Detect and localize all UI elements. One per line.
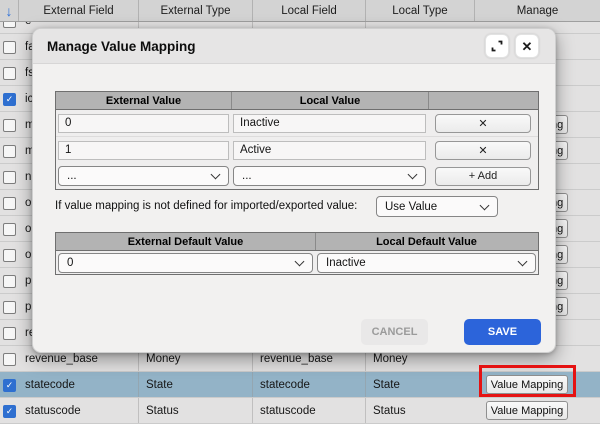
row-checkbox[interactable]	[3, 352, 16, 366]
new-external-cell: ...	[56, 163, 231, 189]
external-value-input[interactable]: 0	[58, 113, 229, 133]
external-default-cell: 0	[56, 251, 315, 274]
dialog-title: Manage Value Mapping	[47, 38, 196, 54]
mapping-row: 0 Inactive ✕	[56, 110, 538, 137]
local-value-cell: Active	[231, 137, 428, 163]
column-header-manage[interactable]: Manage	[474, 0, 600, 21]
cell-local-type: Status	[365, 398, 474, 423]
new-mapping-row: ... ... + Add	[56, 163, 538, 189]
cell-local-field: statecode	[252, 372, 365, 397]
row-checkbox[interactable]	[3, 274, 16, 288]
cell-external-type: State	[138, 372, 252, 397]
row-checkbox[interactable]	[3, 326, 16, 340]
external-value-input[interactable]: 1	[58, 140, 229, 160]
chevron-down-icon	[294, 256, 305, 266]
column-header-external-field[interactable]: External Field	[18, 0, 138, 21]
row-checkbox[interactable]	[3, 300, 16, 314]
fallback-select[interactable]: Use Value	[376, 196, 498, 217]
add-cell: + Add	[428, 163, 538, 189]
mapping-row: 1 Active ✕	[56, 137, 538, 163]
manage-value-mapping-dialog: Manage Value Mapping ✕ External Value Lo…	[32, 28, 556, 353]
remove-mapping-button[interactable]: ✕	[435, 113, 531, 133]
row-checkbox[interactable]: ✓	[3, 378, 16, 392]
row-checkbox[interactable]	[3, 40, 16, 54]
dialog-titlebar: Manage Value Mapping ✕	[33, 29, 555, 64]
table-row: ✓ statuscode Status statuscode Status Value M…	[0, 398, 600, 424]
value-mapping-button[interactable]: Value Mapping	[486, 401, 568, 420]
cell-external-type: Status	[138, 398, 252, 423]
chevron-down-icon	[210, 169, 221, 180]
arrow-down-icon: ↓	[5, 2, 13, 19]
local-value-select[interactable]: ...	[233, 166, 426, 186]
row-checkbox[interactable]	[3, 196, 16, 210]
actions-header	[428, 92, 537, 109]
close-icon[interactable]: ✕	[515, 34, 539, 58]
row-checkbox[interactable]	[3, 144, 16, 158]
local-value-input[interactable]: Active	[233, 140, 426, 160]
fallback-select-value: Use Value	[385, 200, 438, 213]
local-default-select[interactable]: Inactive	[317, 252, 536, 273]
local-default-value: Inactive	[326, 256, 366, 269]
chevron-down-icon	[407, 169, 418, 180]
cell-local-type: State	[365, 372, 474, 397]
remove-cell: ✕	[428, 110, 538, 136]
row-checkbox[interactable]: ✓	[3, 92, 16, 106]
local-value-select-value: ...	[242, 170, 252, 182]
local-value-input[interactable]: Inactive	[233, 113, 426, 133]
default-value-table: External Default Value Local Default Val…	[55, 232, 539, 275]
cell-external-field: statuscode	[25, 404, 81, 417]
cell-external-field: statecode	[25, 378, 75, 391]
sort-column-header[interactable]: ↓	[0, 0, 18, 21]
local-value-cell: Inactive	[231, 110, 428, 136]
add-mapping-button[interactable]: + Add	[435, 166, 531, 186]
external-value-select-value: ...	[67, 170, 77, 182]
external-value-cell: 0	[56, 110, 231, 136]
column-header-external-type[interactable]: External Type	[138, 0, 252, 21]
remove-mapping-button[interactable]: ✕	[435, 140, 531, 160]
external-default-select[interactable]: 0	[58, 252, 313, 273]
cancel-button[interactable]: CANCEL	[361, 319, 428, 345]
remove-cell: ✕	[428, 137, 538, 163]
external-value-header: External Value	[105, 94, 182, 107]
annotation-highlight	[479, 365, 576, 397]
fallback-row: If value mapping is not defined for impo…	[55, 196, 537, 218]
fallback-label: If value mapping is not defined for impo…	[55, 200, 358, 212]
row-checkbox[interactable]	[3, 118, 16, 132]
value-mapping-table-header: External Value Local Value	[56, 92, 538, 110]
default-value-table-header: External Default Value Local Default Val…	[56, 233, 538, 251]
cell-local-field: statuscode	[252, 398, 365, 423]
field-mapping-screen: efafs✓icmValue MappingmValue MappingnoVa…	[0, 0, 600, 424]
chevron-down-icon	[479, 200, 490, 210]
default-value-row: 0 Inactive	[56, 251, 538, 274]
table-header: ↓ External Field External Type Local Field L…	[0, 0, 600, 22]
row-checkbox[interactable]: ✓	[3, 404, 16, 418]
row-checkbox[interactable]	[3, 170, 16, 184]
row-checkbox[interactable]	[3, 248, 16, 262]
value-mapping-table: External Value Local Value 0 Inactive ✕ 1 Ac…	[55, 91, 539, 190]
external-value-cell: 1	[56, 137, 231, 163]
chevron-down-icon	[517, 256, 528, 266]
column-header-local-field[interactable]: Local Field	[252, 0, 365, 21]
new-local-cell: ...	[231, 163, 428, 189]
local-default-cell: Inactive	[315, 251, 538, 274]
expand-icon[interactable]	[485, 34, 509, 58]
local-value-header: Local Value	[231, 92, 428, 109]
external-value-select[interactable]: ...	[58, 166, 229, 186]
local-default-header: Local Default Value	[315, 233, 537, 250]
external-default-header: External Default Value	[127, 235, 244, 248]
row-checkbox[interactable]	[3, 222, 16, 236]
column-header-local-type[interactable]: Local Type	[365, 0, 474, 21]
external-default-value: 0	[67, 256, 74, 269]
save-button[interactable]: SAVE	[464, 319, 541, 345]
row-checkbox[interactable]	[3, 66, 16, 80]
